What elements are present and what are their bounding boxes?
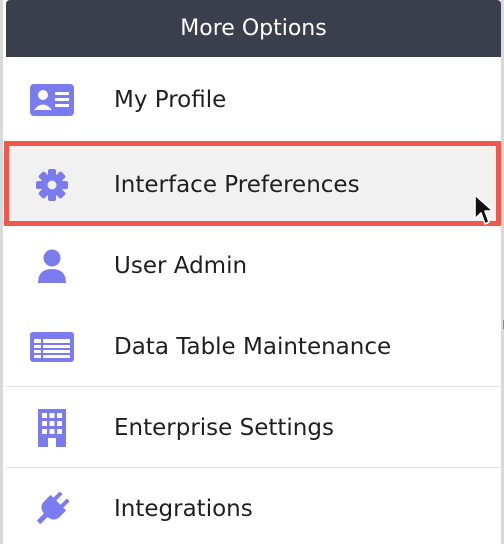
table-icon bbox=[28, 327, 76, 367]
menu-item-integrations[interactable]: Integrations bbox=[6, 467, 501, 549]
building-icon bbox=[28, 408, 76, 448]
menu-item-data-table-maintenance[interactable]: Data Table Maintenance bbox=[6, 306, 501, 388]
menu-item-label: Data Table Maintenance bbox=[114, 334, 392, 360]
gear-icon bbox=[28, 165, 76, 205]
menu-item-label: User Admin bbox=[114, 253, 248, 279]
more-options-menu: More Options My Profile Interface Prefer… bbox=[0, 0, 504, 549]
menu-item-enterprise-settings[interactable]: Enterprise Settings bbox=[6, 386, 501, 468]
mouse-cursor-icon bbox=[474, 194, 494, 225]
menu-item-interface-preferences[interactable]: Interface Preferences bbox=[6, 143, 501, 225]
menu-item-user-admin[interactable]: User Admin bbox=[6, 225, 501, 307]
menu-title: More Options bbox=[180, 16, 327, 41]
profile-card-icon bbox=[28, 80, 76, 120]
menu-item-label: Integrations bbox=[114, 495, 253, 522]
menu-item-label: Interface Preferences bbox=[114, 171, 360, 198]
user-icon bbox=[28, 246, 76, 286]
menu-item-my-profile[interactable]: My Profile bbox=[6, 59, 501, 141]
menu-item-label: My Profile bbox=[114, 87, 227, 113]
plug-icon bbox=[28, 489, 76, 529]
menu-header: More Options bbox=[6, 0, 501, 57]
menu-item-label: Enterprise Settings bbox=[114, 414, 334, 441]
